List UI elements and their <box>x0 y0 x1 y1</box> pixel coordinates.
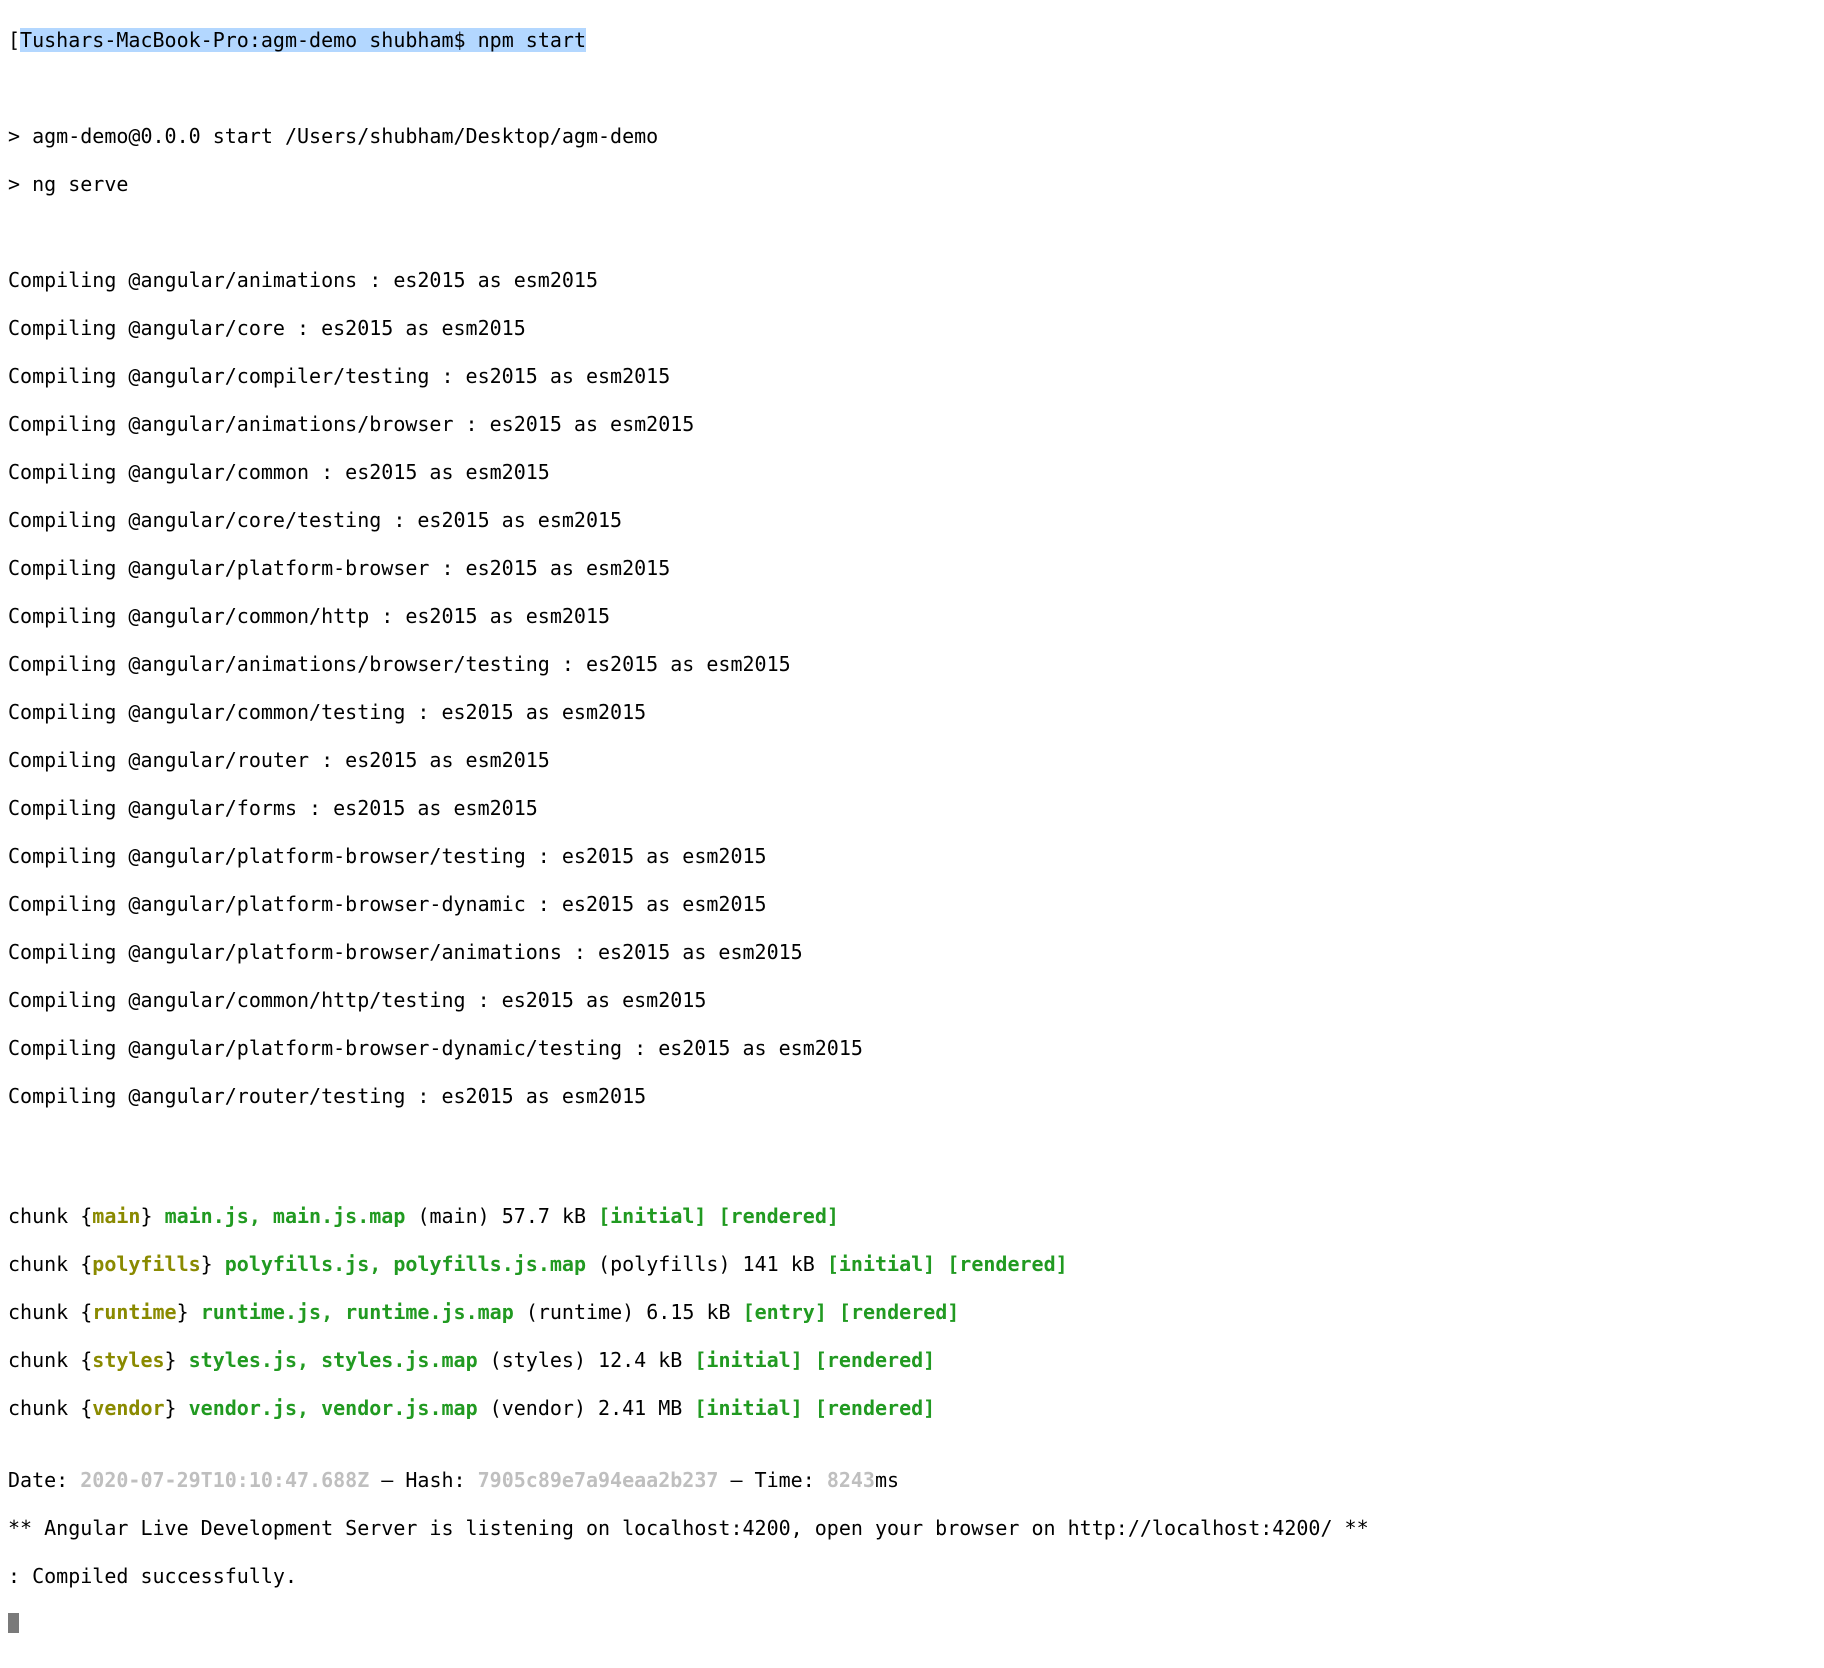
chunk-name: vendor <box>92 1396 164 1420</box>
blank-line <box>8 76 1816 100</box>
compile-line: Compiling @angular/platform-browser-dyna… <box>8 1036 1816 1060</box>
compiled-line: : Compiled successfully. <box>8 1564 1816 1588</box>
chunk-name: styles <box>92 1348 164 1372</box>
compile-line: Compiling @angular/router/testing : es20… <box>8 1084 1816 1108</box>
chunk-tag: [rendered] <box>839 1300 959 1324</box>
compile-line: Compiling @angular/router : es2015 as es… <box>8 748 1816 772</box>
chunk-line: chunk {styles} styles.js, styles.js.map … <box>8 1348 1816 1372</box>
chunk-name: main <box>92 1204 140 1228</box>
chunk-paren: (runtime) <box>526 1300 634 1324</box>
chunk-paren: (vendor) <box>490 1396 586 1420</box>
compile-line: Compiling @angular/core/testing : es2015… <box>8 508 1816 532</box>
compile-line: Compiling @angular/compiler/testing : es… <box>8 364 1816 388</box>
terminal-output[interactable]: [Tushars-MacBook-Pro:agm-demo shubham$ n… <box>0 0 1824 1668</box>
script-line: > agm-demo@0.0.0 start /Users/shubham/De… <box>8 124 1816 148</box>
chunk-tag: [rendered] <box>719 1204 839 1228</box>
compile-line: Compiling @angular/common/http/testing :… <box>8 988 1816 1012</box>
compile-line: Compiling @angular/platform-browser/test… <box>8 844 1816 868</box>
chunk-tag: [initial] <box>598 1204 706 1228</box>
chunk-paren: (polyfills) <box>598 1252 730 1276</box>
chunk-line: chunk {main} main.js, main.js.map (main)… <box>8 1204 1816 1228</box>
compile-line: Compiling @angular/animations : es2015 a… <box>8 268 1816 292</box>
chunk-size: 57.7 kB <box>502 1204 586 1228</box>
chunk-tag: [rendered] <box>815 1348 935 1372</box>
chunk-size: 141 kB <box>743 1252 815 1276</box>
prompt-host: Tushars-MacBook-Pro:agm-demo shubham$ <box>20 28 478 52</box>
prompt-command: npm start <box>478 28 586 52</box>
chunk-size: 6.15 kB <box>646 1300 730 1324</box>
chunk-tag: [initial] <box>694 1348 802 1372</box>
chunk-files: polyfills.js, polyfills.js.map <box>225 1252 586 1276</box>
prompt-line: [Tushars-MacBook-Pro:agm-demo shubham$ n… <box>8 28 1816 52</box>
compile-line: Compiling @angular/platform-browser : es… <box>8 556 1816 580</box>
chunk-files: runtime.js, runtime.js.map <box>201 1300 514 1324</box>
compile-line: Compiling @angular/platform-browser-dyna… <box>8 892 1816 916</box>
chunk-tag: [rendered] <box>947 1252 1067 1276</box>
compile-line: Compiling @angular/forms : es2015 as esm… <box>8 796 1816 820</box>
meta-time: 8243 <box>827 1468 875 1492</box>
chunk-name: polyfills <box>92 1252 200 1276</box>
chunk-line: chunk {polyfills} polyfills.js, polyfill… <box>8 1252 1816 1276</box>
meta-line: Date: 2020-07-29T10:10:47.688Z – Hash: 7… <box>8 1468 1816 1492</box>
meta-date: 2020-07-29T10:10:47.688Z <box>80 1468 369 1492</box>
chunk-tag: [initial] <box>827 1252 935 1276</box>
compile-line: Compiling @angular/common/http : es2015 … <box>8 604 1816 628</box>
blank-line <box>8 1132 1816 1156</box>
chunk-files: main.js, main.js.map <box>165 1204 406 1228</box>
blank-line <box>8 220 1816 244</box>
compile-line: Compiling @angular/common/testing : es20… <box>8 700 1816 724</box>
compile-line: Compiling @angular/platform-browser/anim… <box>8 940 1816 964</box>
meta-hash: 7905c89e7a94eaa2b237 <box>478 1468 719 1492</box>
chunk-files: styles.js, styles.js.map <box>189 1348 478 1372</box>
compile-line: Compiling @angular/common : es2015 as es… <box>8 460 1816 484</box>
chunk-tag: [entry] <box>743 1300 827 1324</box>
prompt-bracket: [ <box>8 28 20 52</box>
chunk-tag: [initial] <box>694 1396 802 1420</box>
chunk-name: runtime <box>92 1300 176 1324</box>
compile-line: Compiling @angular/animations/browser : … <box>8 412 1816 436</box>
compile-line: Compiling @angular/animations/browser/te… <box>8 652 1816 676</box>
script-line: > ng serve <box>8 172 1816 196</box>
chunk-files: vendor.js, vendor.js.map <box>189 1396 478 1420</box>
cursor-line <box>8 1612 1816 1636</box>
listening-line: ** Angular Live Development Server is li… <box>8 1516 1816 1540</box>
chunk-paren: (styles) <box>490 1348 586 1372</box>
terminal-cursor <box>8 1613 19 1633</box>
chunk-size: 2.41 MB <box>598 1396 682 1420</box>
chunk-line: chunk {vendor} vendor.js, vendor.js.map … <box>8 1396 1816 1420</box>
chunk-tag: [rendered] <box>815 1396 935 1420</box>
compile-line: Compiling @angular/core : es2015 as esm2… <box>8 316 1816 340</box>
chunk-line: chunk {runtime} runtime.js, runtime.js.m… <box>8 1300 1816 1324</box>
chunk-paren: (main) <box>417 1204 489 1228</box>
chunk-size: 12.4 kB <box>598 1348 682 1372</box>
